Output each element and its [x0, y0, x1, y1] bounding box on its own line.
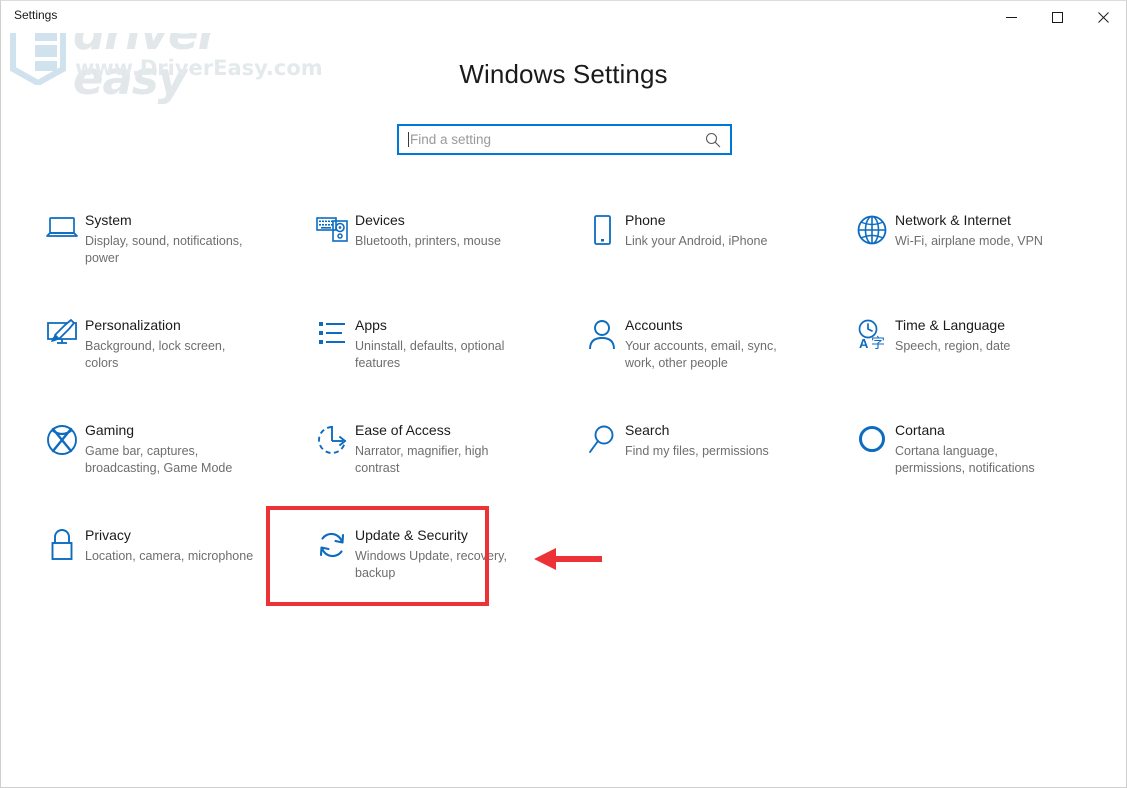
tile-network-internet[interactable]: Network & Internet Wi-Fi, airplane mode,… — [849, 207, 1119, 312]
globe-icon — [849, 211, 895, 253]
tile-title: Privacy — [85, 527, 253, 545]
maximize-button[interactable] — [1034, 1, 1080, 33]
tile-subtitle: Speech, region, date — [895, 338, 1010, 355]
settings-window: driver easy www.DriverEasy.com Settings — [0, 0, 1127, 788]
tile-text: Phone Link your Android, iPhone — [625, 211, 767, 250]
phone-icon — [579, 211, 625, 253]
tile-text: Time & Language Speech, region, date — [895, 316, 1010, 355]
minimize-icon — [1006, 12, 1017, 23]
maximize-icon — [1052, 12, 1063, 23]
settings-grid: System Display, sound, notifications, po… — [39, 207, 1097, 627]
tile-text: Privacy Location, camera, microphone — [85, 526, 253, 565]
tile-text: Cortana Cortana language, permissions, n… — [895, 421, 1070, 477]
tile-accounts[interactable]: Accounts Your accounts, email, sync, wor… — [579, 312, 849, 417]
title-bar: Settings — [1, 1, 1126, 33]
tile-subtitle: Background, lock screen, colors — [85, 338, 260, 373]
laptop-icon — [39, 211, 85, 253]
close-button[interactable] — [1080, 1, 1126, 33]
tile-title: Ease of Access — [355, 422, 530, 440]
tile-subtitle: Display, sound, notifications, power — [85, 233, 260, 268]
tile-text: Accounts Your accounts, email, sync, wor… — [625, 316, 800, 372]
tile-personalization[interactable]: Personalization Background, lock screen,… — [39, 312, 309, 417]
tile-subtitle: Narrator, magnifier, high contrast — [355, 443, 530, 478]
tile-gaming[interactable]: Gaming Game bar, captures, broadcasting,… — [39, 417, 309, 522]
tile-privacy[interactable]: Privacy Location, camera, microphone — [39, 522, 309, 627]
tile-title: Network & Internet — [895, 212, 1043, 230]
tile-title: Time & Language — [895, 317, 1010, 335]
magnifier-icon — [579, 421, 625, 463]
tile-text: Network & Internet Wi-Fi, airplane mode,… — [895, 211, 1043, 250]
close-icon — [1098, 12, 1109, 23]
tile-subtitle: Uninstall, defaults, optional features — [355, 338, 530, 373]
tile-title: Apps — [355, 317, 530, 335]
search-input[interactable] — [409, 132, 705, 148]
tile-search[interactable]: Search Find my files, permissions — [579, 417, 849, 522]
tile-title: Gaming — [85, 422, 260, 440]
tile-title: Update & Security — [355, 527, 530, 545]
refresh-arrows-icon — [309, 526, 355, 568]
tile-text: Ease of Access Narrator, magnifier, high… — [355, 421, 530, 477]
tile-text: System Display, sound, notifications, po… — [85, 211, 260, 267]
tile-subtitle: Game bar, captures, broadcasting, Game M… — [85, 443, 260, 478]
tile-subtitle: Link your Android, iPhone — [625, 233, 767, 250]
tile-text: Search Find my files, permissions — [625, 421, 769, 460]
page-title: Windows Settings — [1, 59, 1126, 90]
tile-title: Accounts — [625, 317, 800, 335]
tile-title: Personalization — [85, 317, 260, 335]
tile-text: Gaming Game bar, captures, broadcasting,… — [85, 421, 260, 477]
list-icon — [309, 316, 355, 358]
tile-subtitle: Location, camera, microphone — [85, 548, 253, 565]
tile-title: Devices — [355, 212, 501, 230]
tile-subtitle: Your accounts, email, sync, work, other … — [625, 338, 800, 373]
tile-system[interactable]: System Display, sound, notifications, po… — [39, 207, 309, 312]
tile-cortana[interactable]: Cortana Cortana language, permissions, n… — [849, 417, 1119, 522]
tile-text: Apps Uninstall, defaults, optional featu… — [355, 316, 530, 372]
window-title: Settings — [1, 1, 57, 21]
tile-apps[interactable]: Apps Uninstall, defaults, optional featu… — [309, 312, 579, 417]
keyboard-device-icon — [309, 211, 355, 253]
person-icon — [579, 316, 625, 358]
tile-time-language[interactable]: A 字 Time & Language Speech, region, date — [849, 312, 1119, 417]
window-controls — [988, 1, 1126, 33]
tile-subtitle: Find my files, permissions — [625, 443, 769, 460]
svg-text:A: A — [859, 336, 869, 351]
tile-subtitle: Wi-Fi, airplane mode, VPN — [895, 233, 1043, 250]
tile-title: Search — [625, 422, 769, 440]
tile-text: Personalization Background, lock screen,… — [85, 316, 260, 372]
lock-icon — [39, 526, 85, 568]
tile-update-security[interactable]: Update & Security Windows Update, recove… — [309, 522, 579, 627]
tile-text: Devices Bluetooth, printers, mouse — [355, 211, 501, 250]
search-icon[interactable] — [705, 132, 721, 148]
circle-ring-icon — [849, 421, 895, 463]
tile-subtitle: Windows Update, recovery, backup — [355, 548, 530, 583]
minimize-button[interactable] — [988, 1, 1034, 33]
tile-devices[interactable]: Devices Bluetooth, printers, mouse — [309, 207, 579, 312]
tile-subtitle: Cortana language, permissions, notificat… — [895, 443, 1070, 478]
clock-language-icon: A 字 — [849, 316, 895, 358]
search-box[interactable] — [397, 124, 732, 155]
monitor-brush-icon — [39, 316, 85, 358]
tile-ease-of-access[interactable]: Ease of Access Narrator, magnifier, high… — [309, 417, 579, 522]
accessibility-clock-icon — [309, 421, 355, 463]
svg-text:字: 字 — [871, 336, 885, 351]
tile-title: Cortana — [895, 422, 1070, 440]
tile-title: System — [85, 212, 260, 230]
tile-subtitle: Bluetooth, printers, mouse — [355, 233, 501, 250]
xbox-icon — [39, 421, 85, 463]
tile-phone[interactable]: Phone Link your Android, iPhone — [579, 207, 849, 312]
tile-title: Phone — [625, 212, 767, 230]
tile-text: Update & Security Windows Update, recove… — [355, 526, 530, 582]
